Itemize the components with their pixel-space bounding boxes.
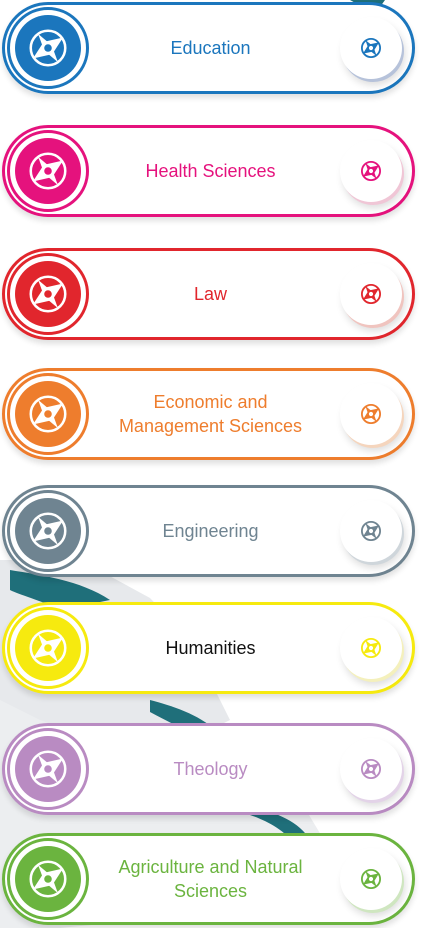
faculty-label: Economic and Management Sciences bbox=[118, 392, 303, 436]
faculty-button-law[interactable]: Law bbox=[2, 248, 415, 340]
compass-icon bbox=[29, 860, 67, 898]
compass-icon bbox=[360, 637, 382, 659]
faculty-button-humanities[interactable]: Humanities bbox=[2, 602, 415, 694]
faculty-label: Law bbox=[193, 284, 228, 304]
faculty-button-health-sciences[interactable]: Health Sciences bbox=[2, 125, 415, 217]
compass-icon bbox=[29, 152, 67, 190]
compass-icon bbox=[360, 37, 382, 59]
faculty-button-engineering[interactable]: Engineering bbox=[2, 485, 415, 577]
faculty-label: Humanities bbox=[165, 638, 256, 658]
faculty-button-economic-and-management-sciences[interactable]: Economic and Management Sciences bbox=[2, 368, 415, 460]
faculty-end-circle bbox=[340, 383, 402, 445]
compass-icon bbox=[29, 512, 67, 550]
compass-icon bbox=[29, 275, 67, 313]
compass-icon bbox=[29, 629, 67, 667]
faculty-end-circle bbox=[340, 848, 402, 910]
faculty-label: Health Sciences bbox=[145, 161, 276, 181]
faculty-end-circle bbox=[340, 617, 402, 679]
faculty-badge bbox=[7, 253, 89, 335]
compass-icon bbox=[360, 160, 382, 182]
faculty-badge bbox=[7, 607, 89, 689]
compass-icon bbox=[360, 283, 382, 305]
compass-icon bbox=[29, 395, 67, 433]
compass-icon bbox=[360, 758, 382, 780]
faculty-list: Education Health Sciences Law Economic a… bbox=[0, 0, 421, 928]
compass-icon bbox=[29, 29, 67, 67]
faculty-badge bbox=[7, 838, 89, 920]
faculty-button-theology[interactable]: Theology bbox=[2, 723, 415, 815]
faculty-end-circle bbox=[340, 263, 402, 325]
faculty-label: Engineering bbox=[162, 521, 259, 541]
faculty-end-circle bbox=[340, 17, 402, 79]
compass-icon bbox=[29, 750, 67, 788]
faculty-badge bbox=[7, 728, 89, 810]
faculty-badge bbox=[7, 130, 89, 212]
compass-icon bbox=[360, 403, 382, 425]
faculty-end-circle bbox=[340, 500, 402, 562]
compass-icon bbox=[360, 868, 382, 890]
faculty-label: Education bbox=[170, 38, 251, 58]
faculty-button-education[interactable]: Education bbox=[2, 2, 415, 94]
compass-icon bbox=[360, 520, 382, 542]
faculty-end-circle bbox=[340, 738, 402, 800]
faculty-badge bbox=[7, 7, 89, 89]
faculty-button-agriculture-and-natural-sciences[interactable]: Agriculture and Natural Sciences bbox=[2, 833, 415, 925]
faculty-end-circle bbox=[340, 140, 402, 202]
faculty-badge bbox=[7, 373, 89, 455]
faculty-label: Agriculture and Natural Sciences bbox=[118, 857, 303, 901]
faculty-label: Theology bbox=[173, 759, 248, 779]
faculty-badge bbox=[7, 490, 89, 572]
